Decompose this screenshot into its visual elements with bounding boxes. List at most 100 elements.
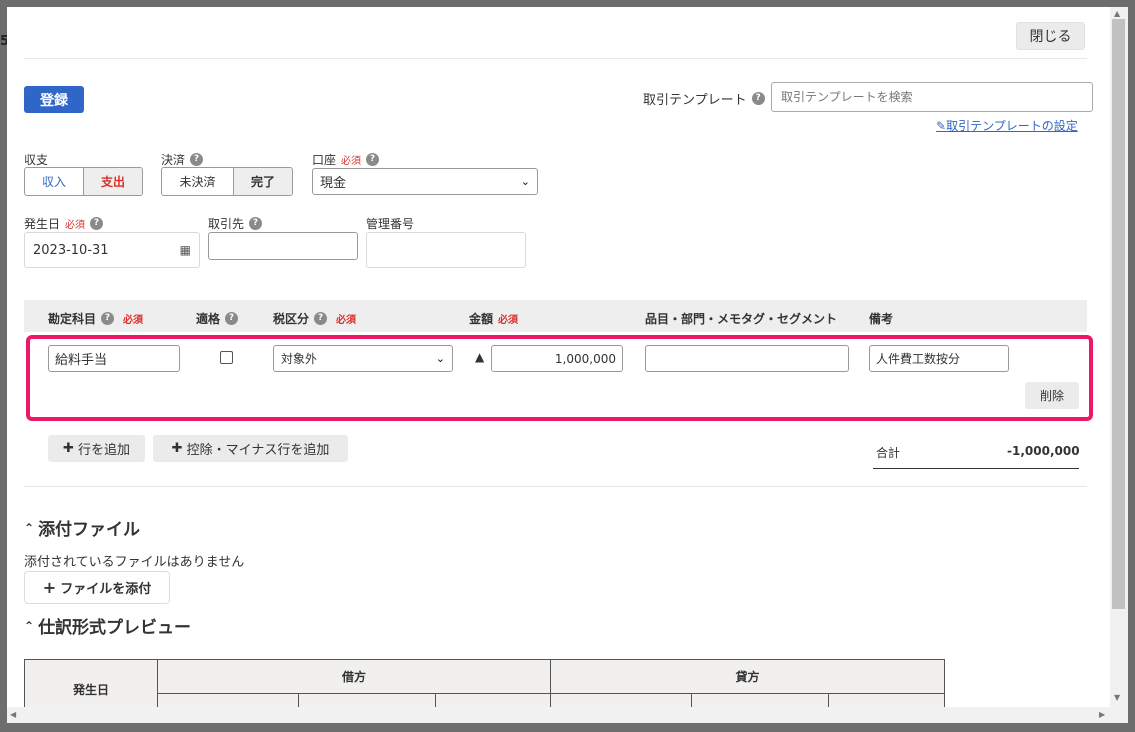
total-underline <box>873 468 1079 469</box>
detail-table-header <box>24 300 1087 332</box>
divider <box>24 486 1087 487</box>
header-account-item: 勘定科目 ? 必須 <box>48 310 143 327</box>
divider <box>24 58 1087 59</box>
tags-input[interactable] <box>645 345 849 372</box>
issue-date-label: 発生日 必須 ? <box>24 215 104 232</box>
tax-category-select[interactable]: 対象外 ⌄ <box>273 345 453 372</box>
income-expense-toggle: 収入 支出 <box>24 167 143 196</box>
register-button[interactable]: 登録 <box>24 86 84 113</box>
required-tag: 必須 <box>498 315 519 326</box>
plus-icon: ✚ <box>171 441 183 456</box>
header-amount-text: 金額 <box>469 312 494 326</box>
issue-date-label-text: 発生日 <box>24 217 61 231</box>
header-tax-category: 税区分 ? 必須 <box>273 310 356 327</box>
preview-section-toggle[interactable]: ⌃ 仕訳形式プレビュー <box>24 613 191 638</box>
header-remarks-text: 備考 <box>869 312 894 326</box>
scroll-right-arrow[interactable]: ▶ <box>1099 710 1105 719</box>
partner-label: 取引先 ? <box>208 215 263 232</box>
scroll-up-arrow[interactable]: ▲ <box>1114 9 1120 18</box>
issue-date-input[interactable]: 2023-10-31 ▦ <box>24 232 200 268</box>
unsettled-option[interactable]: 未決済 <box>162 168 234 195</box>
required-tag: 必須 <box>65 220 86 231</box>
settlement-toggle: 未決済 完了 <box>161 167 293 196</box>
help-icon[interactable]: ? <box>314 312 328 325</box>
edit-icon: ✎ <box>936 119 947 133</box>
settlement-label: 決済 ? <box>161 151 204 168</box>
required-tag: 必須 <box>336 315 357 326</box>
partner-label-text: 取引先 <box>208 217 245 231</box>
add-row-label: 行を追加 <box>77 443 130 458</box>
income-option[interactable]: 収入 <box>25 168 84 195</box>
template-settings-link-text: 取引テンプレートの設定 <box>946 119 1078 133</box>
partner-input[interactable] <box>208 232 358 260</box>
attachments-title: 添付ファイル <box>38 520 141 540</box>
add-deduction-label: 控除・マイナス行を追加 <box>186 443 330 458</box>
plus-icon: ✚ <box>63 441 74 456</box>
template-label: 取引テンプレート ? <box>643 89 765 108</box>
required-tag: 必須 <box>123 315 144 326</box>
preview-title: 仕訳形式プレビュー <box>38 618 192 638</box>
management-no-input[interactable] <box>366 232 526 268</box>
header-account-item-text: 勘定科目 <box>48 312 97 326</box>
template-label-text: 取引テンプレート <box>643 93 747 108</box>
tax-category-value: 対象外 <box>281 352 318 366</box>
account-select[interactable]: 現金 ⌄ <box>312 168 538 195</box>
management-no-label: 管理番号 <box>366 215 414 232</box>
required-tag: 必須 <box>341 156 362 167</box>
help-icon[interactable]: ? <box>249 217 263 230</box>
calendar-icon[interactable]: ▦ <box>180 243 191 257</box>
header-tags-text: 品目・部門・メモタグ・セグメント <box>645 312 838 326</box>
header-qualified-text: 適格 <box>196 312 221 326</box>
account-select-value: 現金 <box>320 176 347 191</box>
settlement-label-text: 決済 <box>161 153 186 167</box>
add-file-button[interactable]: + ファイルを添付 <box>24 571 170 604</box>
scroll-down-arrow[interactable]: ▼ <box>1114 693 1120 702</box>
caret-up-icon: ⌃ <box>24 520 35 535</box>
template-settings-link[interactable]: ✎取引テンプレートの設定 <box>936 117 1078 134</box>
help-icon[interactable]: ? <box>751 92 765 105</box>
account-label: 口座 必須 ? <box>312 151 380 168</box>
header-remarks: 備考 <box>869 310 893 327</box>
account-item-input[interactable]: 給料手当 <box>48 345 180 372</box>
horizontal-scrollbar[interactable] <box>7 707 1110 723</box>
preview-header-credit: 貸方 <box>550 659 946 694</box>
attachments-empty-note: 添付されているファイルはありません <box>24 555 245 570</box>
preview-header-debit: 借方 <box>156 659 552 694</box>
header-qualified: 適格 ? <box>196 310 239 327</box>
header-tags: 品目・部門・メモタグ・セグメント <box>645 310 837 327</box>
income-expense-label: 収支 <box>24 151 48 168</box>
help-icon[interactable]: ? <box>101 312 115 325</box>
account-label-text: 口座 <box>312 153 337 167</box>
issue-date-value: 2023-10-31 <box>33 242 109 258</box>
help-icon[interactable]: ? <box>90 217 104 230</box>
completed-option[interactable]: 完了 <box>234 168 292 195</box>
caret-up-icon: ⌃ <box>24 618 35 633</box>
transaction-dialog: 閉じる 登録 取引テンプレート ? ✎取引テンプレートの設定 収支 収入 支出 … <box>7 7 1128 723</box>
chevron-down-icon: ⌄ <box>435 352 445 365</box>
amount-sign: ▲ <box>475 350 485 364</box>
expense-option[interactable]: 支出 <box>84 168 142 195</box>
help-icon[interactable]: ? <box>225 312 239 325</box>
vertical-scrollbar-thumb[interactable] <box>1112 19 1125 609</box>
delete-row-button[interactable]: 削除 <box>1025 382 1079 409</box>
attachments-section-toggle[interactable]: ⌃ 添付ファイル <box>24 515 140 540</box>
chevron-down-icon: ⌄ <box>520 175 530 188</box>
header-tax-category-text: 税区分 <box>273 312 310 326</box>
add-row-button[interactable]: ✚ 行を追加 <box>48 435 145 462</box>
help-icon[interactable]: ? <box>190 153 204 166</box>
qualified-checkbox[interactable] <box>220 351 233 364</box>
total-value: -1,000,000 <box>1007 444 1080 458</box>
management-no-label-text: 管理番号 <box>366 217 415 231</box>
plus-icon: + <box>42 578 57 597</box>
scroll-left-arrow[interactable]: ◀ <box>10 710 16 719</box>
remarks-input[interactable]: 人件費工数按分 <box>869 345 1009 372</box>
add-file-label: ファイルを添付 <box>60 582 152 597</box>
template-search-input[interactable] <box>771 82 1093 112</box>
amount-input[interactable]: 1,000,000 <box>491 345 623 372</box>
help-icon[interactable]: ? <box>366 153 380 166</box>
add-deduction-row-button[interactable]: ✚ 控除・マイナス行を追加 <box>153 435 348 462</box>
total-label: 合計 <box>876 446 901 460</box>
income-expense-label-text: 収支 <box>24 153 49 167</box>
close-button[interactable]: 閉じる <box>1016 22 1085 50</box>
header-amount: 金額 必須 <box>469 310 518 327</box>
